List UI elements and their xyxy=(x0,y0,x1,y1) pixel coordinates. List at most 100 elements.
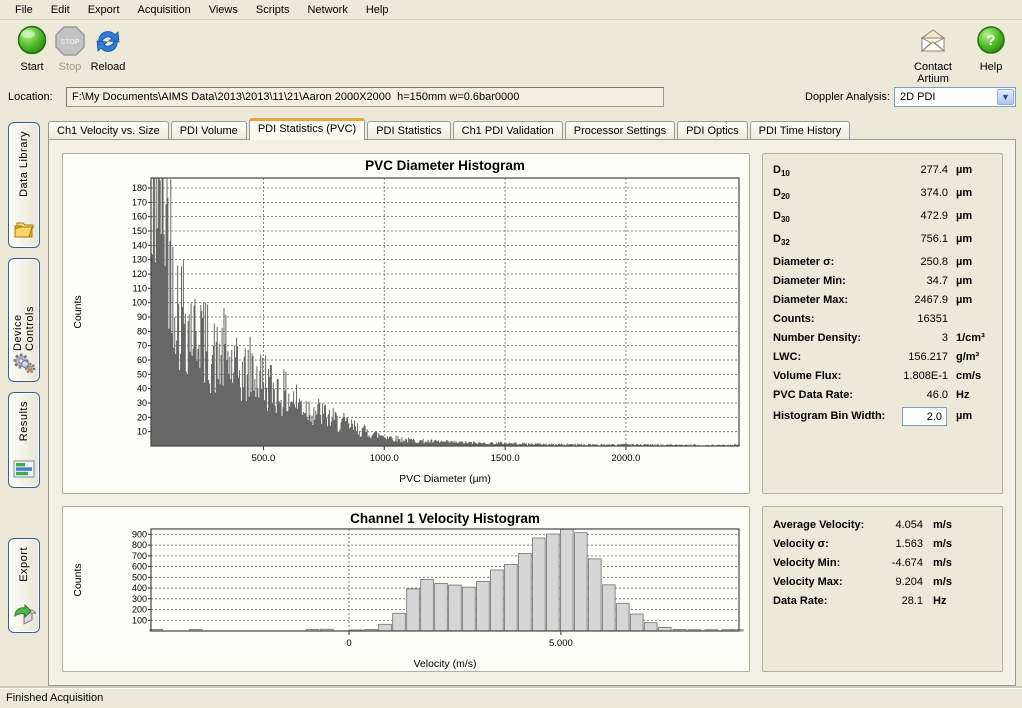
svg-text:PVC Diameter Histogram: PVC Diameter Histogram xyxy=(365,158,525,173)
svg-text:80: 80 xyxy=(137,326,147,336)
menu-item-network[interactable]: Network xyxy=(298,1,356,19)
help-button[interactable]: ? Help xyxy=(968,24,1014,73)
svg-text:800: 800 xyxy=(132,540,147,550)
stat-label: Counts: xyxy=(773,313,815,325)
sidebar-item-label: Results xyxy=(18,401,30,441)
svg-text:20: 20 xyxy=(137,412,147,422)
doppler-analysis-value: 2D PDI xyxy=(900,91,935,103)
tab-processor-settings[interactable]: Processor Settings xyxy=(565,121,675,140)
stat-value: 472.9 xyxy=(853,210,948,222)
svg-text:50: 50 xyxy=(137,369,147,379)
stat-row: Velocity Min:-4.674m/s xyxy=(763,555,1002,574)
svg-text:Channel 1 Velocity Histogram: Channel 1 Velocity Histogram xyxy=(350,511,540,526)
svg-text:170: 170 xyxy=(132,197,147,207)
sidebar-item-label: Export xyxy=(18,547,30,582)
tab-pdi-time-history[interactable]: PDI Time History xyxy=(750,121,851,140)
sidebar-item-results[interactable]: Results xyxy=(8,392,40,488)
stat-label: D20 xyxy=(773,187,790,201)
stat-value: 250.8 xyxy=(853,256,948,268)
svg-text:900: 900 xyxy=(132,529,147,539)
svg-text:40: 40 xyxy=(137,384,147,394)
svg-text:60: 60 xyxy=(137,355,147,365)
stat-label: Velocity σ: xyxy=(773,538,829,550)
svg-text:400: 400 xyxy=(132,583,147,593)
tab-strip: Ch1 Velocity vs. SizePDI VolumePDI Stati… xyxy=(48,118,1016,140)
sidebar-item-device-controls[interactable]: Device Controls xyxy=(8,258,40,382)
doppler-analysis-select[interactable]: 2D PDI ▼ xyxy=(894,87,1016,107)
tab-pdi-statistics-pvc-[interactable]: PDI Statistics (PVC) xyxy=(249,118,365,140)
stat-unit: µm xyxy=(956,233,972,245)
stat-unit: m/s xyxy=(933,538,952,550)
stat-label: Data Rate: xyxy=(773,595,827,607)
stat-value: 1.563 xyxy=(833,538,923,550)
menu-item-help[interactable]: Help xyxy=(357,1,398,19)
svg-text:100: 100 xyxy=(132,615,147,625)
stat-row: Data Rate: 28.1 Hz xyxy=(763,593,1002,612)
svg-text:5.000: 5.000 xyxy=(549,638,573,649)
stat-row: Velocity Max:9.204m/s xyxy=(763,574,1002,593)
stat-label: D32 xyxy=(773,233,790,247)
stat-row: Volume Flux:1.808E-1cm/s xyxy=(763,368,1002,387)
results-chart-icon xyxy=(12,457,36,481)
stat-unit: 1/cm³ xyxy=(956,332,985,344)
svg-text:10: 10 xyxy=(137,427,147,437)
histogram-bin-width-label: Histogram Bin Width: xyxy=(773,410,885,422)
svg-text:120: 120 xyxy=(132,269,147,279)
stat-unit: µm xyxy=(956,294,972,306)
status-bar: Finished Acquisition xyxy=(0,688,1022,708)
sidebar-item-data-library[interactable]: Data Library xyxy=(8,122,40,248)
svg-text:PVC Diameter (µm): PVC Diameter (µm) xyxy=(399,473,491,485)
contact-artium-button[interactable]: Contact Artium xyxy=(898,24,968,85)
tab-pdi-statistics[interactable]: PDI Statistics xyxy=(367,121,450,140)
stat-value: 374.0 xyxy=(853,187,948,199)
svg-text:500: 500 xyxy=(132,572,147,582)
svg-text:180: 180 xyxy=(132,183,147,193)
tab-ch1-velocity-vs-size[interactable]: Ch1 Velocity vs. Size xyxy=(48,121,169,140)
stat-row: D30472.9µm xyxy=(763,208,1002,231)
reload-icon xyxy=(91,24,125,58)
stat-unit: Hz xyxy=(956,389,969,401)
reload-button[interactable]: Reload xyxy=(82,24,134,73)
stat-unit: g/m³ xyxy=(956,351,979,363)
stat-value: 277.4 xyxy=(853,164,948,176)
menu-item-export[interactable]: Export xyxy=(79,1,129,19)
location-row: Location: Doppler Analysis: 2D PDI ▼ xyxy=(0,84,1022,112)
menu-item-file[interactable]: File xyxy=(6,1,42,19)
stat-row: LWC:156.217g/m³ xyxy=(763,349,1002,368)
tab-pdi-optics[interactable]: PDI Optics xyxy=(677,121,748,140)
stat-unit: µm xyxy=(956,275,972,287)
location-input[interactable] xyxy=(66,87,664,107)
stat-row: Average Velocity:4.054m/s xyxy=(763,517,1002,536)
stat-unit: µm xyxy=(956,164,972,176)
svg-text:STOP: STOP xyxy=(61,39,80,46)
menu-item-acquisition[interactable]: Acquisition xyxy=(129,1,200,19)
stat-label: PVC Data Rate: xyxy=(773,389,853,401)
velocity-histogram-panel: Channel 1 Velocity Histogram100200300400… xyxy=(62,506,750,672)
histogram-bin-width-row: Histogram Bin Width: µm xyxy=(763,408,1002,432)
svg-text:1500.0: 1500.0 xyxy=(491,453,520,464)
stat-label: LWC: xyxy=(773,351,801,363)
gears-icon xyxy=(12,351,36,375)
stat-unit: Hz xyxy=(933,595,946,607)
stat-value: 34.7 xyxy=(853,275,948,287)
tab-ch1-pdi-validation[interactable]: Ch1 PDI Validation xyxy=(453,121,563,140)
menu-item-views[interactable]: Views xyxy=(200,1,247,19)
sidebar-item-export[interactable]: Export xyxy=(8,538,40,633)
chevron-down-icon[interactable]: ▼ xyxy=(997,89,1014,105)
help-button-label: Help xyxy=(968,61,1014,73)
menu-bar: FileEditExportAcquisitionViewsScriptsNet… xyxy=(0,0,1022,20)
svg-text:100: 100 xyxy=(132,298,147,308)
menu-item-scripts[interactable]: Scripts xyxy=(247,1,299,19)
svg-text:600: 600 xyxy=(132,562,147,572)
stat-label: Diameter Max: xyxy=(773,294,848,306)
stat-value: 28.1 xyxy=(833,595,923,607)
stat-unit: cm/s xyxy=(956,370,981,382)
velocity-histogram-chart: Channel 1 Velocity Histogram100200300400… xyxy=(63,507,749,671)
stat-label: D10 xyxy=(773,164,790,178)
stat-row: D32756.1µm xyxy=(763,231,1002,254)
histogram-bin-width-input[interactable] xyxy=(902,407,947,426)
tab-pdi-volume[interactable]: PDI Volume xyxy=(171,121,247,140)
menu-item-edit[interactable]: Edit xyxy=(42,1,79,19)
export-arrow-icon xyxy=(12,602,36,626)
histogram-bin-width-unit: µm xyxy=(956,410,972,422)
